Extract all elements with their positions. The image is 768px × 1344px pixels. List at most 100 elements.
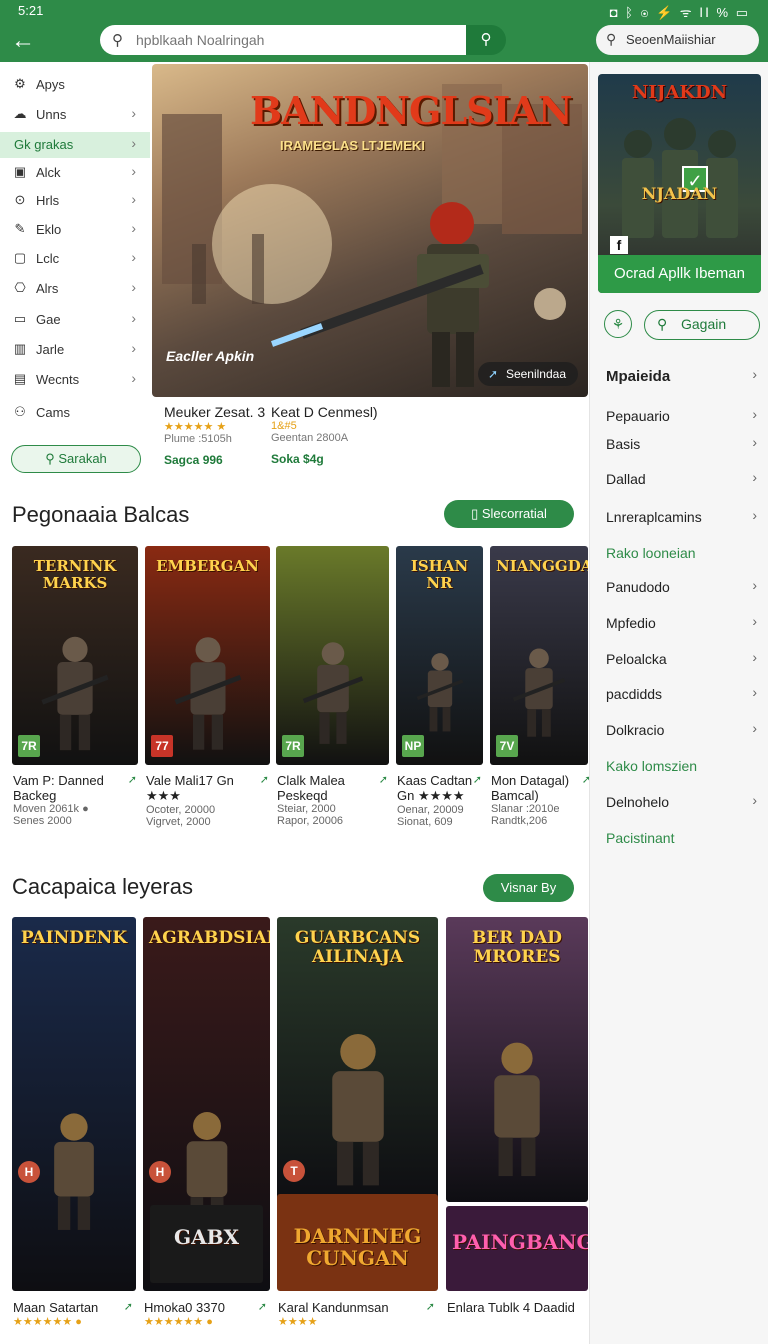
sidebar-item-5[interactable]: ✎ Eklo › xyxy=(0,217,150,243)
lock-icon: ⎔ xyxy=(14,280,26,295)
category-card-meta[interactable]: Hmoka0 3370 ★★★★★★ ● ➚ xyxy=(144,1300,271,1328)
right-list-item[interactable]: Mpaieida › xyxy=(590,364,768,388)
hero-item-sub: Geentan 2800A xyxy=(271,432,349,444)
right-list-label: Delnohelo xyxy=(606,794,670,810)
sidebar-item-label: Hrls xyxy=(36,193,60,208)
right-search-field[interactable]: ⚲ SeoenMaiishiar xyxy=(596,25,759,55)
right-list-label: Dallad xyxy=(606,471,646,487)
right-list-item[interactable]: Dolkracio › xyxy=(590,718,768,742)
promo-art-tile[interactable]: PAINGBANG xyxy=(446,1206,588,1291)
rating-badge: 7R xyxy=(282,735,304,757)
right-list-item[interactable]: Dallad › xyxy=(590,467,768,491)
category-card-meta[interactable]: Karal Kandunmsan ★★★★ ➚ xyxy=(278,1300,439,1328)
right-list-item[interactable]: Lnreraplcamins › xyxy=(590,505,768,529)
gagain-button[interactable]: ⚲ Gagain xyxy=(644,310,760,340)
chevron-right-icon: › xyxy=(131,310,136,326)
search-input[interactable] xyxy=(136,29,456,51)
search-bar[interactable]: ⚲ xyxy=(100,25,466,55)
sidebar-item-2[interactable]: Gk grakas › xyxy=(0,132,150,158)
rating-badge: 7R xyxy=(18,735,40,757)
hero-item-tag: Sagca 996 xyxy=(164,453,223,467)
square-icon: ▢ xyxy=(13,250,27,265)
game-card-meta[interactable]: Kaas Cadtan Gn ★★★★ Oenar, 20009 Sionat,… xyxy=(397,773,484,828)
share-icon[interactable]: ⚘ xyxy=(604,310,632,338)
back-arrow-icon[interactable]: ← xyxy=(8,26,38,56)
game-card[interactable]: TERNINK MARKS 7R xyxy=(12,546,138,765)
featured-hero-banner[interactable]: BANDNGLSIAN IRAMEGLAS LTJEMEKI Eacller A… xyxy=(152,64,588,397)
trend-icon: ➚ xyxy=(127,774,137,786)
game-card-meta[interactable]: Clalk Malea Peskeqd Steiar, 2000 Rapor, … xyxy=(277,773,390,827)
category-card-meta[interactable]: Maan Satartan ★★★★★★ ● ➚ xyxy=(13,1300,137,1328)
game-card-meta[interactable]: Vam P: Danned Backeg Moven 2061k ● Senes… xyxy=(13,773,139,827)
sidebar-item-9[interactable]: ▥ Jarle › xyxy=(0,337,150,363)
right-list-item[interactable]: Rako looneian xyxy=(590,541,768,565)
sidebar-search-button[interactable]: ⚲ Sarakah xyxy=(11,445,141,473)
hero-subtitle: IRAMEGLAS LTJEMEKI xyxy=(280,138,425,153)
game-sub-2: Sionat, 609 xyxy=(397,816,453,828)
game-card[interactable]: ISHAN NR NP xyxy=(396,546,483,765)
chevron-right-icon: › xyxy=(752,469,757,485)
sidebar-item-0[interactable]: ⚙ Apys xyxy=(0,72,150,98)
game-sub-1: Moven 2061k ● xyxy=(13,803,89,815)
right-list-item[interactable]: pacdidds › xyxy=(590,682,768,706)
status-time: 5:21 xyxy=(18,3,44,18)
right-list-label: Rako looneian xyxy=(606,545,696,561)
sidebar-item-11[interactable]: ⚇ Cams xyxy=(0,400,150,426)
card-character-art xyxy=(331,1034,384,1186)
rating-badge: 77 xyxy=(151,735,173,757)
section-title-category: Cacapaica leyeras xyxy=(12,874,193,899)
game-card-meta[interactable]: Mon Datagal) Bamcal) Slanar :2010e Randt… xyxy=(491,773,591,827)
sidebar-item-label: Apys xyxy=(36,77,65,92)
sidebar-item-8[interactable]: ▭ Gae › xyxy=(0,307,150,333)
game-card-meta[interactable]: Vale Mali17 Gn ★★★ Ocoter, 20000 Vigrvet… xyxy=(146,773,271,828)
sidebar-item-6[interactable]: ▢ Lclc › xyxy=(0,246,150,272)
sidebar-item-10[interactable]: ▤ Wecnts › xyxy=(0,367,150,393)
hero-item-2[interactable]: Keat D Cenmesl) 1&#5 Geentan 2800A Soka … xyxy=(271,404,391,466)
search-submit-button[interactable]: ⚲ xyxy=(466,25,506,55)
promo-art-tile[interactable]: GABX xyxy=(150,1205,263,1283)
category-card[interactable]: BER DAD MRORES xyxy=(446,917,588,1202)
sidebar-item-label: Gk grakas xyxy=(14,137,74,152)
cloud-icon: ☁ xyxy=(13,106,27,121)
right-list-item[interactable]: Pacistinant xyxy=(590,826,768,850)
promo-card[interactable]: NIJAKDN ✓ NJADAN f Ocrad Apllk Ibeman xyxy=(598,74,761,293)
game-sub-2: Randtk,206 xyxy=(491,815,548,827)
category-card[interactable]: GUARBCANS AILINAJA T xyxy=(277,917,438,1202)
game-card[interactable]: EMBERGAN 77 xyxy=(145,546,270,765)
trend-icon: ➚ xyxy=(378,774,388,786)
chevron-right-icon: › xyxy=(131,105,136,121)
facebook-icon[interactable]: f xyxy=(610,236,628,254)
sidebar-item-3[interactable]: ▣ Alck › xyxy=(0,160,150,186)
category-card-meta[interactable]: Enlara Tublk 4 Daadid xyxy=(447,1300,589,1315)
hero-item-1[interactable]: Meuker Zesat. 3 ★★★★★ ★ Plume :5105h Sag… xyxy=(164,404,284,467)
chevron-right-icon: › xyxy=(752,507,757,523)
sidebar-item-4[interactable]: ⊙ Hrls › xyxy=(0,188,150,214)
right-list-item[interactable]: Basis › xyxy=(590,432,768,456)
right-list-label: Mpaieida xyxy=(606,368,671,385)
hero-item-name: Keat D Cenmesl) xyxy=(271,404,378,420)
game-name: Hmoka0 3370 xyxy=(144,1300,225,1315)
right-list-item[interactable]: Panudodo › xyxy=(590,575,768,599)
right-list-label: Pepauario xyxy=(606,408,670,424)
promo-bar-button[interactable]: Ocrad Apllk Ibeman xyxy=(598,255,761,293)
category-card[interactable]: PAINDENK H xyxy=(12,917,136,1291)
right-list-item[interactable]: Pepauario › xyxy=(590,404,768,428)
card-character-art xyxy=(54,1113,94,1230)
hero-action-chip[interactable]: ➚ Seenilndaa xyxy=(477,362,578,386)
sidebar-item-7[interactable]: ⎔ Alrs › xyxy=(0,276,150,302)
wrench-icon: ✎ xyxy=(14,221,26,236)
game-card[interactable]: 7R xyxy=(276,546,389,765)
right-list-item[interactable]: Mpfedio › xyxy=(590,611,768,635)
section1-action-button[interactable]: ▯ Slecorratial xyxy=(444,500,574,528)
sidebar-item-1[interactable]: ☁ Unns › xyxy=(0,102,150,128)
trend-icon: ➚ xyxy=(259,774,269,786)
right-list-item[interactable]: Kako lomszien xyxy=(590,754,768,778)
promo-art-tile[interactable]: DARNINEG CUNGAN xyxy=(277,1194,438,1291)
section2-view-button[interactable]: Visnar By xyxy=(483,874,574,902)
hero-chip-label: Seenilndaa xyxy=(505,367,566,381)
sidebar: ⚇ Cams ▤ Wecnts › ▥ Jarle › ▭ Gae › ⎔ Alrs › ▢ Lclc › ✎ Ek… xyxy=(0,62,150,482)
sidebar-item-label: Cams xyxy=(36,405,70,420)
game-card[interactable]: NIANGGDA 7V xyxy=(490,546,588,765)
right-list-item[interactable]: Delnohelo › xyxy=(590,790,768,814)
right-list-item[interactable]: Peloalcka › xyxy=(590,647,768,671)
